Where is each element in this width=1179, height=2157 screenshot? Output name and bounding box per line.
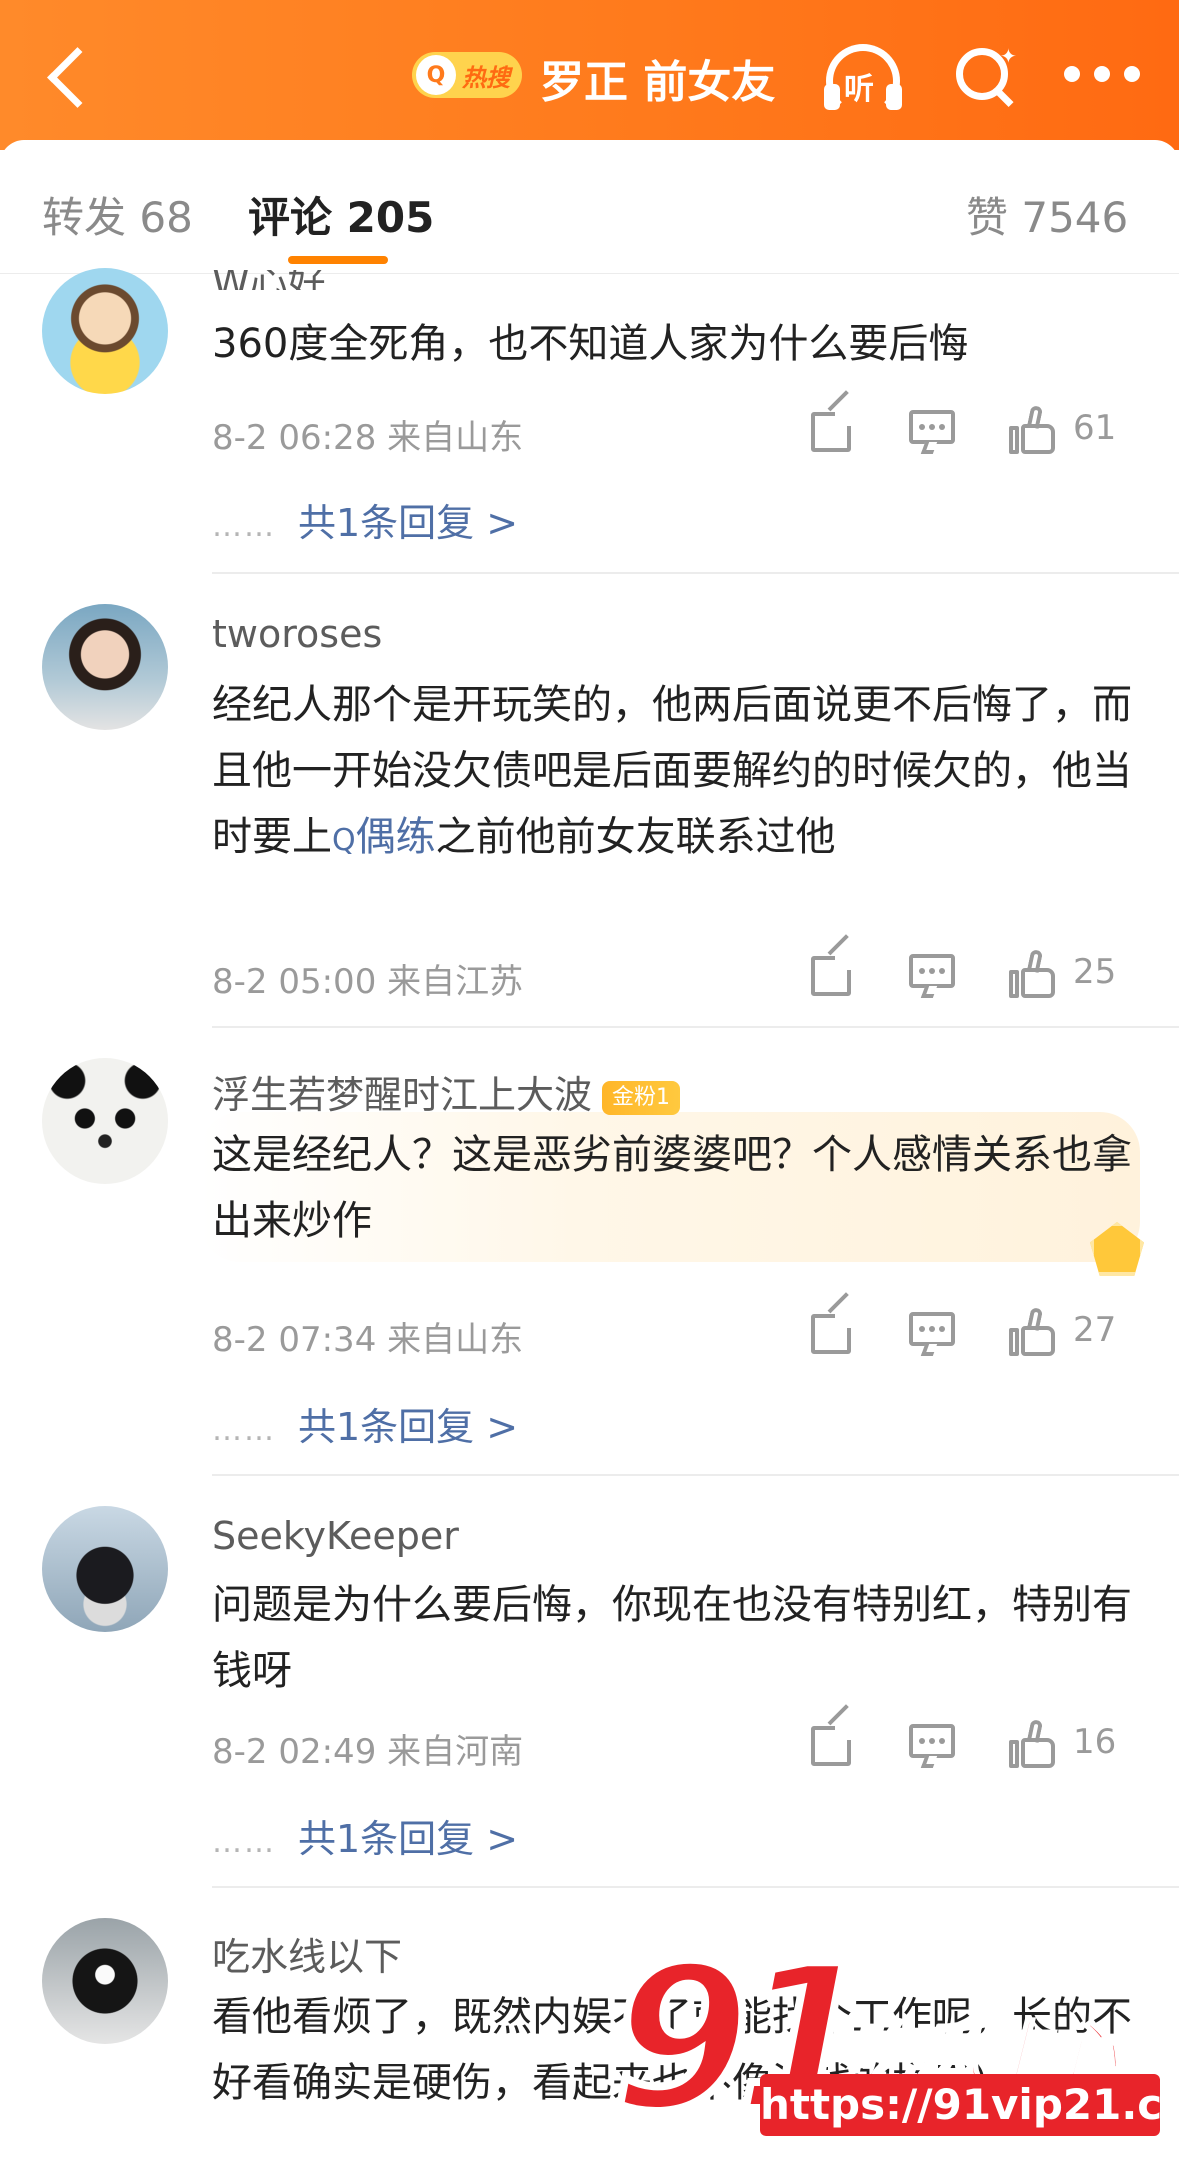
thumbs-up-icon: [1009, 1718, 1057, 1768]
like-count: 61: [1073, 408, 1117, 448]
divider: [212, 1886, 1179, 1888]
comment-meta: 8-2 02:49 来自河南: [212, 1732, 524, 1772]
search-icon: Q: [332, 823, 356, 858]
comment-username[interactable]: SeekyKeeper: [212, 1514, 459, 1558]
divider: [212, 1474, 1179, 1476]
thumbs-up-icon: [1009, 1306, 1057, 1356]
headphone-right-icon: [886, 84, 902, 110]
reply-icon[interactable]: [909, 404, 955, 456]
share-icon[interactable]: [809, 1704, 857, 1770]
avatar[interactable]: [42, 1506, 168, 1632]
avatar[interactable]: [42, 1918, 168, 2044]
sparkle-icon: ✦: [1000, 44, 1017, 68]
share-icon[interactable]: [809, 1292, 857, 1358]
comment-text: 问题是为什么要后悔，你现在也没有特别红，特别有钱呀: [212, 1582, 1132, 1694]
reply-icon[interactable]: [909, 1718, 955, 1770]
thumbs-up-icon: [1009, 948, 1057, 998]
watermark-url: https://91vip21.com: [760, 2074, 1179, 2136]
search-button[interactable]: ✦: [952, 44, 1018, 110]
tab-bar: 转发 68 评论 205 赞 7546: [0, 140, 1179, 274]
comment-actions: 16: [809, 1704, 1139, 1770]
divider: [212, 572, 1179, 574]
comment-text: 360度全死角，也不知道人家为什么要后悔: [212, 321, 969, 367]
divider: [212, 1026, 1179, 1028]
comment-meta: 8-2 07:34 来自山东: [212, 1320, 524, 1360]
more-options-icon[interactable]: [1064, 66, 1144, 86]
comment-meta: 8-2 05:00 来自江苏: [212, 962, 524, 1002]
comment-text: 经纪人那个是开玩笑的，他两后面说更不后悔了，而且他一开始没欠债吧是后面要解约的时…: [212, 682, 1132, 860]
like-button[interactable]: 16: [1009, 1718, 1139, 1770]
view-replies-link[interactable]: …… 共1条回复 >: [212, 1396, 518, 1451]
like-button[interactable]: 61: [1009, 404, 1139, 456]
active-tab-indicator: [288, 256, 388, 264]
page-title: 罗正 前女友: [540, 57, 776, 108]
comment-actions: 61: [809, 390, 1139, 456]
topic-link[interactable]: Q偶练: [332, 814, 436, 860]
like-count: 27: [1073, 1310, 1117, 1350]
like-button[interactable]: 27: [1009, 1306, 1139, 1358]
comment-actions: 27: [809, 1292, 1139, 1358]
avatar[interactable]: [42, 1058, 168, 1184]
avatar[interactable]: [42, 604, 168, 730]
comment-username[interactable]: tworoses: [212, 612, 382, 656]
avatar[interactable]: [42, 268, 168, 394]
tab-repost[interactable]: 转发 68: [42, 184, 193, 245]
view-replies-link[interactable]: …… 共1条回复 >: [212, 1808, 518, 1863]
comment-username[interactable]: 吃水线以下: [212, 1926, 402, 1981]
fan-level-badge: 金粉1: [602, 1080, 681, 1115]
reply-icon[interactable]: [909, 948, 955, 1000]
top-bar: Q 热搜 罗正 前女友 听 ✦: [0, 0, 1179, 150]
view-replies-link[interactable]: …… 共1条回复 >: [212, 492, 518, 547]
tab-comments[interactable]: 评论 205: [248, 184, 434, 245]
hot-search-badge[interactable]: Q 热搜: [412, 52, 522, 98]
search-handle-icon: [994, 87, 1014, 108]
listen-label: 听: [844, 72, 874, 107]
comment-username[interactable]: 浮生若梦醒时江上大波 金粉1: [212, 1064, 681, 1119]
comment-actions: 25: [809, 934, 1139, 1000]
like-count: 25: [1073, 952, 1117, 992]
comment-meta: 8-2 06:28 来自山东: [212, 418, 524, 458]
headphone-left-icon: [824, 84, 840, 110]
replies-count: 共1条回复 >: [298, 1817, 519, 1861]
thumbs-up-icon: [1009, 404, 1057, 454]
replies-count: 共1条回复 >: [298, 501, 519, 545]
share-icon[interactable]: [809, 390, 857, 456]
like-button[interactable]: 25: [1009, 948, 1139, 1000]
tab-likes[interactable]: 赞 7546: [966, 184, 1128, 245]
listen-button[interactable]: 听: [822, 40, 904, 118]
search-icon: Q: [416, 55, 456, 95]
replies-count: 共1条回复 >: [298, 1405, 519, 1449]
comment-text: 这是经纪人？这是恶劣前婆婆吧？个人感情关系也拿出来炒作: [212, 1132, 1132, 1244]
share-icon[interactable]: [809, 934, 857, 1000]
back-arrow-icon[interactable]: [38, 48, 94, 104]
hot-search-label: 热搜: [462, 63, 510, 92]
reply-icon[interactable]: [909, 1306, 955, 1358]
like-count: 16: [1073, 1722, 1117, 1762]
